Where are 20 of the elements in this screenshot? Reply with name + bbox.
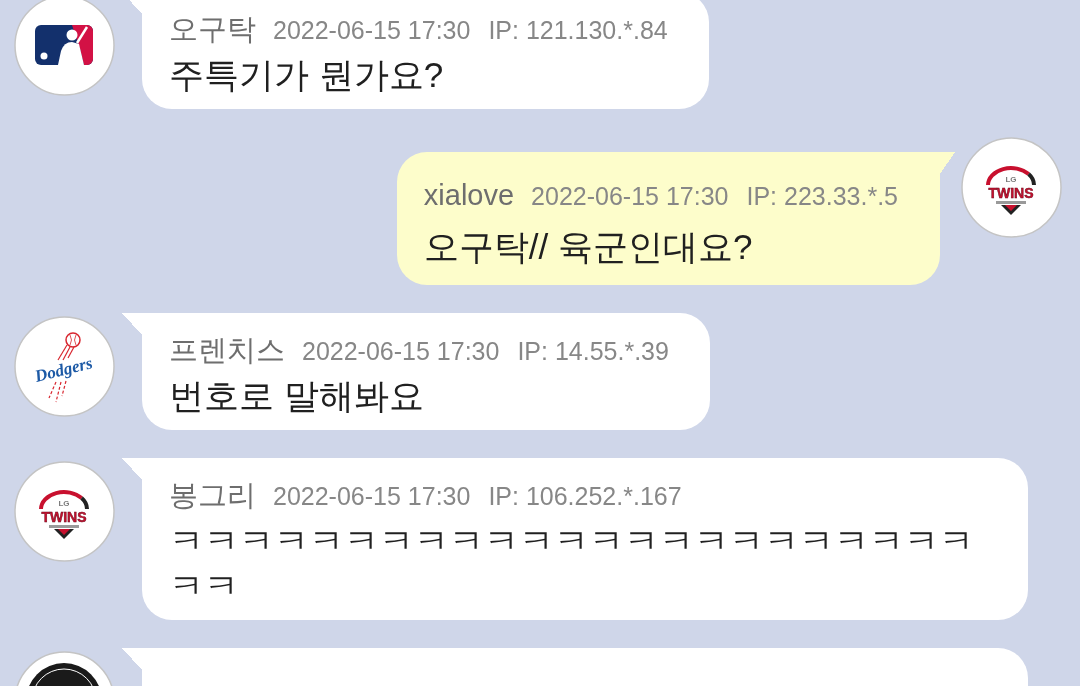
timestamp: 2022-06-15 17:30 bbox=[273, 15, 471, 46]
username: 봉그리 bbox=[169, 478, 256, 513]
ip-address: IP: 121.130.*.84 bbox=[488, 15, 668, 46]
wordmark-emblem-icon: LG TWINS bbox=[14, 461, 115, 562]
message-text: 오구탁// 육군인대요? bbox=[423, 226, 754, 268]
message-text: 주특기가 뭔가요? bbox=[169, 54, 445, 96]
timestamp: 2022-06-15 17:30 bbox=[273, 481, 471, 512]
wordmark-emblem-icon: LG TWINS bbox=[961, 137, 1062, 238]
username: 오구탁 bbox=[169, 12, 256, 47]
ip-address: IP: 14.55.*.39 bbox=[517, 336, 669, 367]
timestamp: 2022-06-15 17:30 bbox=[302, 336, 500, 367]
message-text: ㅋㅋㅋㅋㅋㅋㅋㅋㅋㅋㅋㅋㅋㅋㅋㅋㅋㅋㅋㅋㅋㅋㅋㅋㅋ bbox=[169, 520, 975, 607]
ip-address: IP: 106.252.*.167 bbox=[488, 481, 682, 512]
batter-silhouette-icon bbox=[14, 0, 115, 96]
username: 프렌치스 bbox=[169, 333, 285, 368]
message-text: 번호로 말해봐요 bbox=[169, 375, 425, 417]
timestamp: 2022-06-15 17:30 bbox=[531, 181, 729, 212]
ip-address: IP: 223.33.*.5 bbox=[746, 181, 898, 212]
baseball-wordmark-icon: Dodgers bbox=[14, 316, 115, 417]
username: xialove bbox=[423, 178, 515, 213]
